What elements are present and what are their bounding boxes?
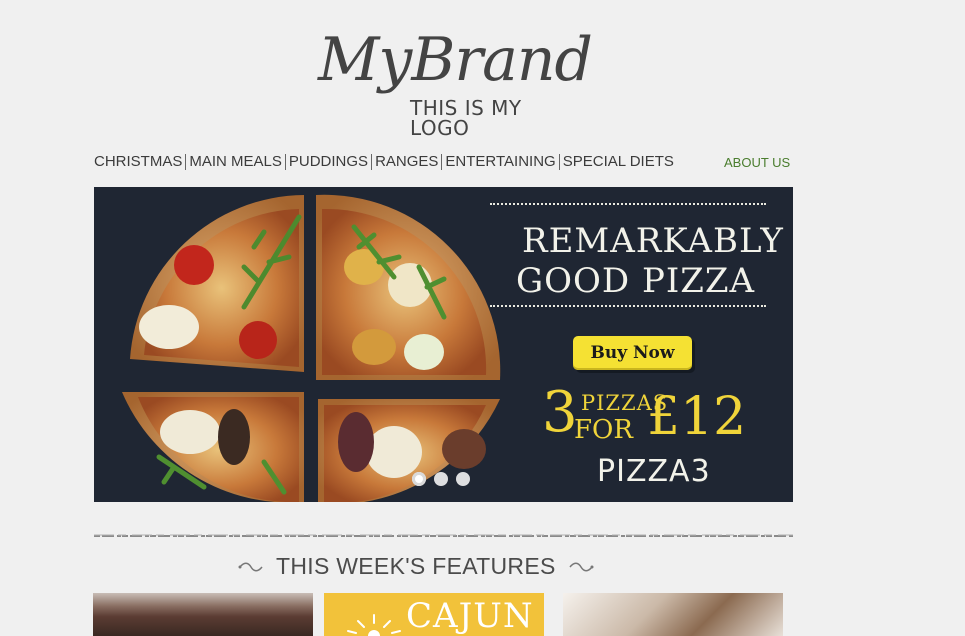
offer-for-label: FOR	[574, 415, 633, 445]
feature-card-2[interactable]: CAJUN	[324, 593, 544, 636]
buy-now-button[interactable]: Buy Now	[573, 336, 692, 370]
dotted-rule-bottom	[490, 305, 766, 307]
nav-item-special-diets[interactable]: SPECIAL DIETS	[560, 152, 677, 172]
flourish-left-icon	[238, 562, 263, 571]
section-divider	[94, 534, 793, 537]
feature-card-title: CAJUN	[406, 596, 534, 636]
features-heading: THIS WEEK'S FEATURES	[238, 553, 594, 580]
features-title: THIS WEEK'S FEATURES	[276, 553, 556, 579]
flourish-right-icon	[569, 562, 594, 571]
headline-line-1: REMARKABLY	[522, 221, 784, 261]
sunburst-icon	[347, 614, 401, 636]
about-us-link[interactable]: ABOUT US	[724, 155, 790, 170]
carousel-dot-1[interactable]	[412, 472, 426, 486]
banner-headline: REMARKABLY GOOD PIZZA	[490, 197, 783, 309]
nav-item-entertaining[interactable]: ENTERTAINING	[442, 152, 558, 172]
promo-code: PIZZA3	[597, 454, 711, 489]
brand-logo[interactable]: MyBrand THIS IS MY LOGO	[318, 30, 593, 138]
hero-banner[interactable]: REMARKABLY GOOD PIZZA Buy Now 3 PIZZAS F…	[94, 187, 793, 502]
nav-item-puddings[interactable]: PUDDINGS	[286, 152, 371, 172]
carousel-dot-3[interactable]	[456, 472, 470, 486]
headline-line-2: GOOD PIZZA	[516, 261, 756, 301]
feature-card-1[interactable]	[93, 593, 313, 636]
main-nav: CHRISTMAS MAIN MEALS PUDDINGS RANGES ENT…	[94, 152, 677, 172]
carousel-indicators	[412, 472, 470, 486]
dotted-rule-top	[490, 203, 766, 205]
nav-item-christmas[interactable]: CHRISTMAS	[94, 152, 185, 172]
nav-item-main-meals[interactable]: MAIN MEALS	[186, 152, 285, 172]
pizza-image	[122, 194, 501, 502]
offer-price: £12	[647, 387, 747, 447]
nav-item-ranges[interactable]: RANGES	[372, 152, 441, 172]
feature-card-3[interactable]	[563, 593, 783, 636]
logo-tagline: THIS IS MY LOGO	[410, 96, 522, 140]
offer-quantity: 3	[542, 380, 578, 445]
logo-script-text: MyBrand	[318, 25, 593, 95]
carousel-dot-2[interactable]	[434, 472, 448, 486]
